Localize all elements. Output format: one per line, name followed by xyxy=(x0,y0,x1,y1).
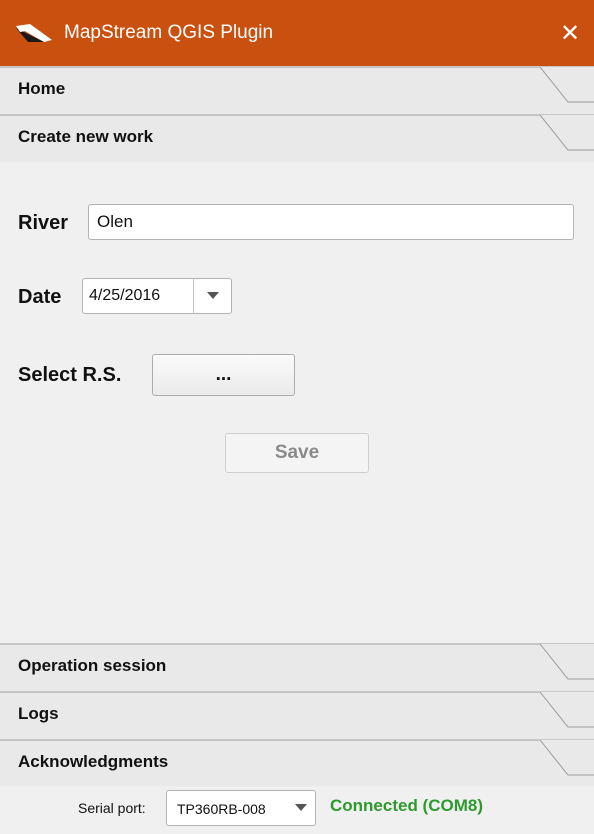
status-bar: Serial port: TP360RB-008 Connected (COM8… xyxy=(0,786,594,834)
select-rs-button[interactable]: ... xyxy=(152,354,295,396)
create-work-panel: River Date 4/25/2016 Select R.S. ... Sav… xyxy=(0,162,594,643)
title-bar: MapStream QGIS Plugin ✕ xyxy=(0,0,594,66)
select-rs-label: Select R.S. xyxy=(18,364,122,386)
serial-port-label: Serial port: xyxy=(78,800,146,816)
section-create-new-work-label: Create new work xyxy=(18,127,154,146)
tab-edge-shape xyxy=(0,67,594,103)
close-button[interactable]: ✕ xyxy=(546,0,594,66)
section-logs-label: Logs xyxy=(18,704,59,723)
section-acknowledgments-label: Acknowledgments xyxy=(18,752,169,771)
section-logs[interactable]: Logs xyxy=(0,691,594,739)
tab-edge-shape xyxy=(0,692,594,728)
chevron-down-icon xyxy=(295,804,307,811)
serial-port-value: TP360RB-008 xyxy=(177,801,266,817)
section-operation-session-label: Operation session xyxy=(18,656,167,675)
serial-port-select[interactable]: TP360RB-008 xyxy=(166,790,316,826)
date-label: Date xyxy=(18,286,62,308)
river-label: River xyxy=(18,212,69,234)
date-dropdown-button[interactable] xyxy=(193,279,231,313)
river-input[interactable] xyxy=(88,204,574,240)
close-icon[interactable]: ✕ xyxy=(560,19,580,48)
section-create-new-work[interactable]: Create new work xyxy=(0,114,594,162)
chevron-down-icon xyxy=(206,292,219,299)
date-value: 4/25/2016 xyxy=(89,287,161,304)
window-title: MapStream QGIS Plugin xyxy=(64,22,274,43)
date-picker[interactable]: 4/25/2016 xyxy=(82,278,232,314)
connection-status: Connected (COM8) xyxy=(330,796,483,815)
section-acknowledgments[interactable]: Acknowledgments xyxy=(0,739,594,787)
section-home-label: Home xyxy=(18,79,66,98)
save-button[interactable]: Save xyxy=(225,433,369,473)
section-home[interactable]: Home xyxy=(0,66,594,114)
mapstream-logo-icon xyxy=(16,24,52,42)
section-operation-session[interactable]: Operation session xyxy=(0,643,594,691)
